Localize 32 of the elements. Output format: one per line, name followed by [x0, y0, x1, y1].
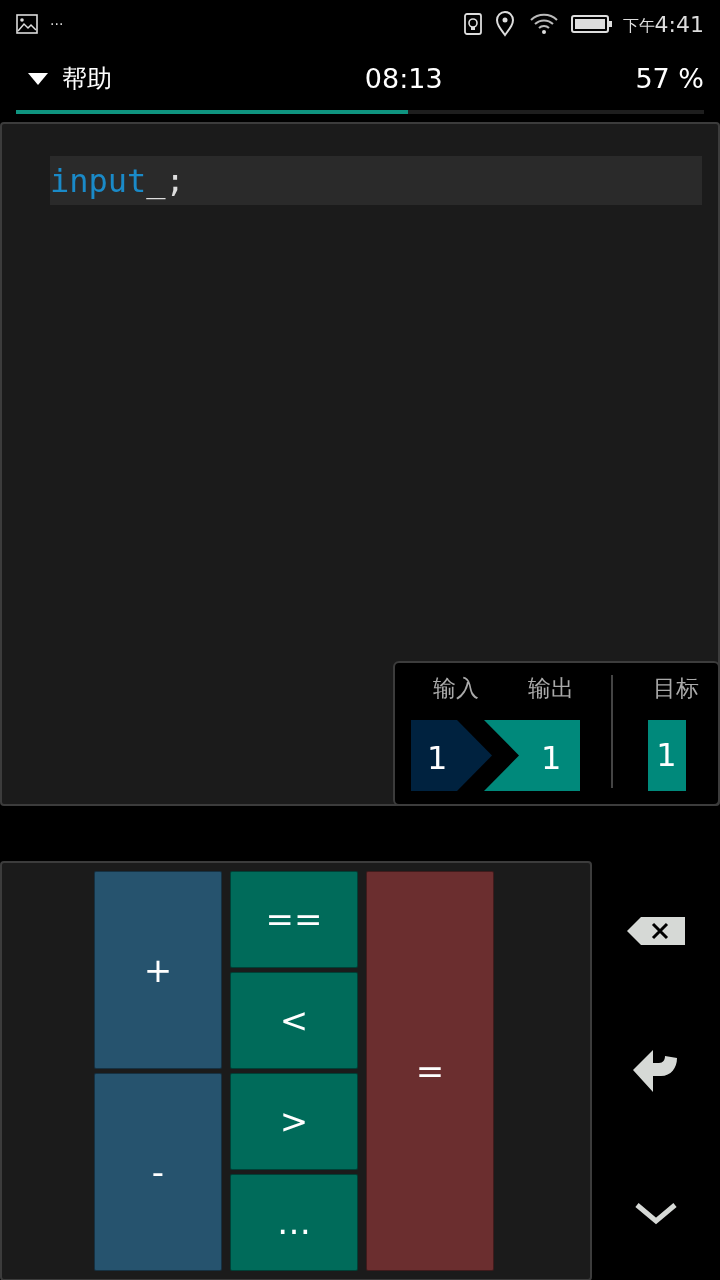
key-button[interactable]: == — [230, 871, 358, 968]
input-value: 1 — [427, 737, 448, 779]
code-token: input — [50, 160, 147, 202]
key-button[interactable]: = — [366, 871, 494, 1271]
chevron-down-icon — [635, 1203, 677, 1225]
target-value: 1 — [647, 719, 686, 791]
clock-time: 4:41 — [654, 10, 704, 39]
input-label: 输入 — [432, 674, 480, 703]
key-button[interactable]: … — [230, 1174, 358, 1271]
key-button[interactable]: < — [230, 972, 358, 1069]
target-label: 目标 — [652, 674, 699, 703]
backspace-button[interactable] — [626, 915, 686, 947]
completion-percent: 57 % — [635, 61, 704, 96]
time-period: 下午 — [622, 15, 655, 37]
backspace-icon — [627, 917, 685, 945]
output-label: 输出 — [527, 674, 575, 703]
code-editor[interactable]: input_; 输入 输出 1 1 目标 1 — [0, 122, 720, 806]
battery-icon — [570, 14, 613, 34]
key-button[interactable]: - — [94, 1073, 222, 1271]
undo-arrow-icon — [633, 1050, 679, 1092]
dropdown-arrow-icon — [28, 73, 48, 85]
key-button[interactable]: + — [94, 871, 222, 1069]
image-icon — [16, 14, 38, 34]
overflow-indicator: ··· — [50, 14, 64, 34]
location-icon — [494, 11, 515, 37]
help-menu-button[interactable]: 帮助 — [28, 60, 112, 98]
wifi-icon — [528, 12, 559, 36]
sim-card-icon — [462, 12, 483, 36]
output-value: 1 — [541, 737, 562, 779]
code-token: _; — [146, 160, 185, 202]
key-button[interactable]: > — [230, 1073, 358, 1170]
timer: 08:13 — [364, 61, 443, 96]
